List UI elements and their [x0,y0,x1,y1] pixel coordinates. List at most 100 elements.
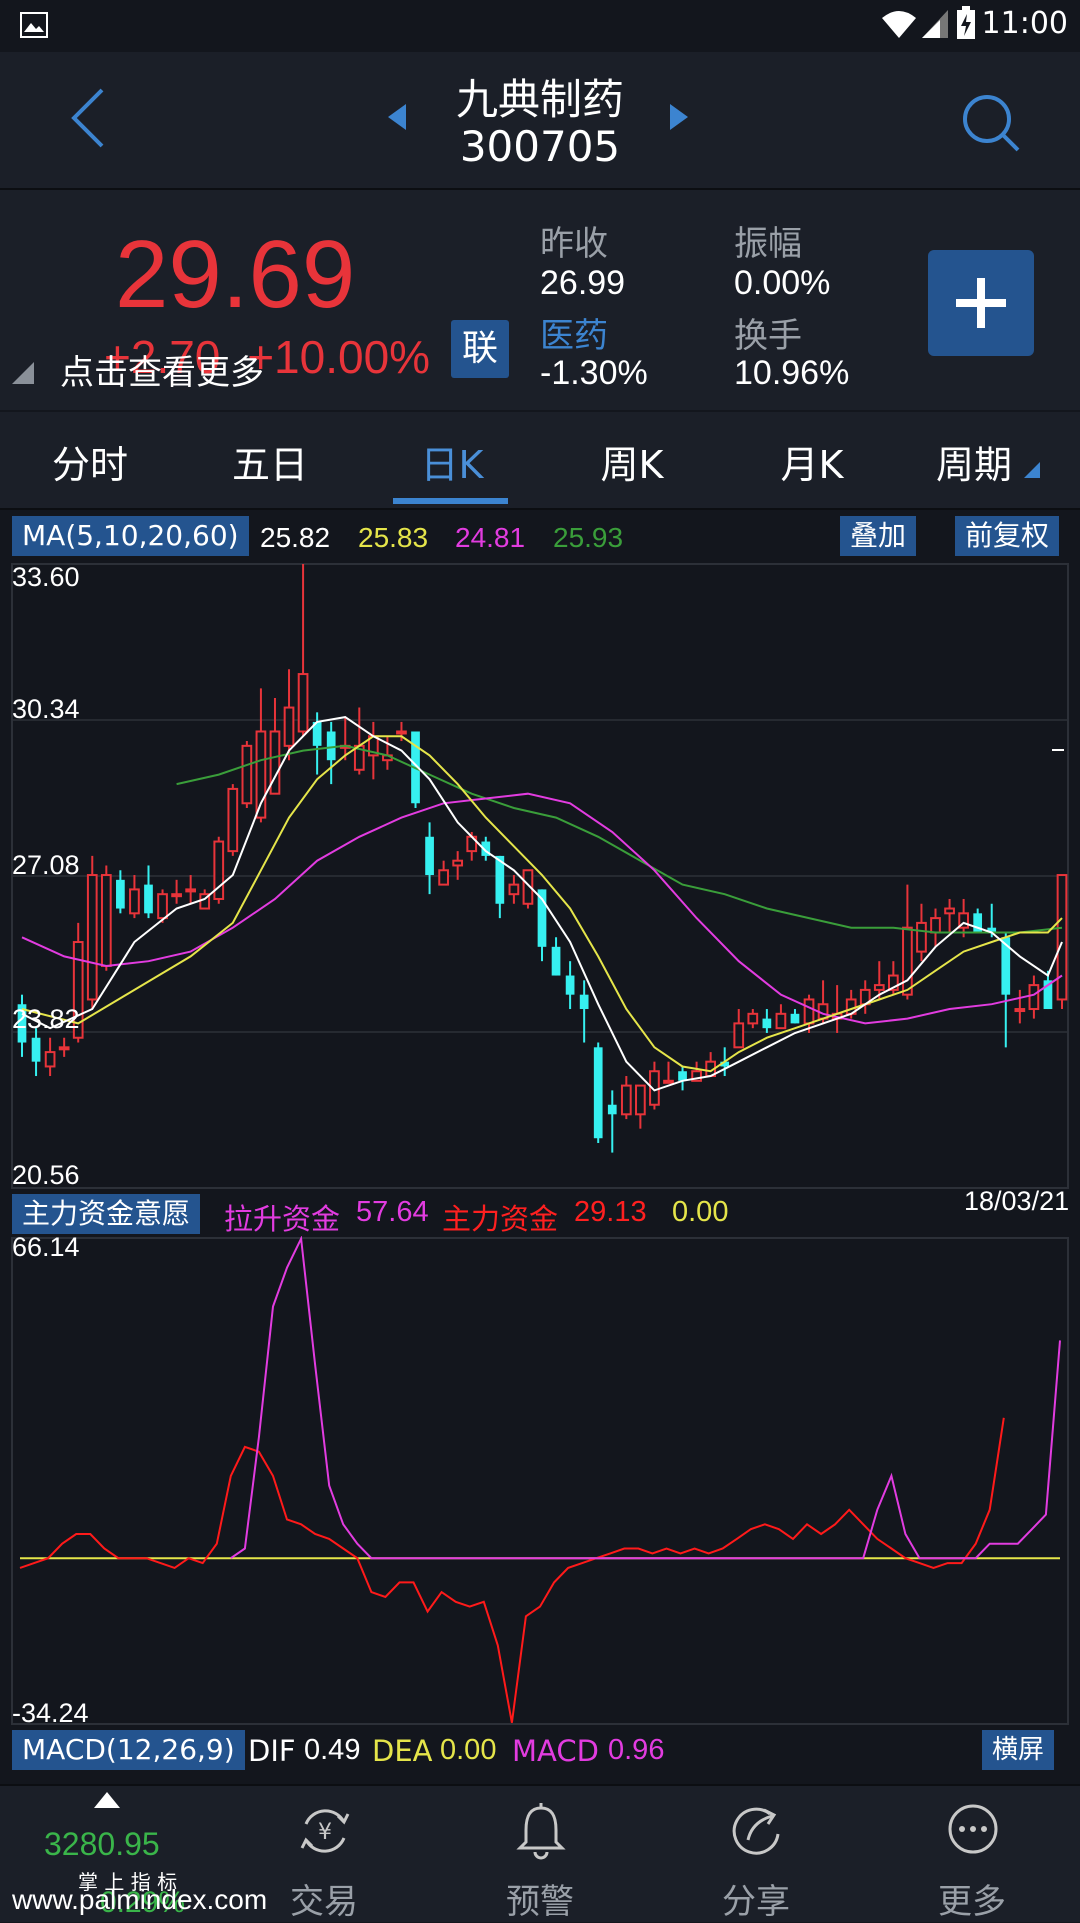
candle-up [1056,874,1068,1001]
candle-up [297,673,309,733]
candle-up [747,1012,759,1025]
last-price: 29.69 [115,221,356,328]
candle-down [579,994,589,1010]
sector-label[interactable]: 医药 [540,308,608,357]
candle-up [452,859,464,867]
candle-down [425,836,434,876]
candle-up [916,921,927,953]
bottom-nav: 3280.95 掌 上 指 标 0.29% www.palmindex.com … [0,1784,1080,1922]
kline-chart[interactable] [0,562,1080,1192]
candle-down [607,1104,617,1115]
stock-code: 300705 [459,122,621,171]
candle-down [326,731,336,761]
tab-monthly-k[interactable]: 月K [742,434,882,489]
nav-more[interactable]: 更多 [902,1786,1042,1922]
candle-up [44,1051,56,1068]
candle-up [508,883,520,896]
candle-up [944,907,955,915]
fund-legend-bar: 主力资金意愿 拉升资金 57.64 主力资金 29.13 0.00 [0,1190,1080,1236]
fund-indicator-button[interactable]: 主力资金意愿 [12,1194,201,1234]
gallery-notification-icon [20,12,48,42]
macd-indicator-button[interactable]: MACD(12,26,9) [12,1730,245,1770]
kline-ytick-5: 20.56 [12,1160,80,1190]
ma60-value: 25.93 [553,522,624,553]
tab-intraday[interactable]: 分时 [20,434,160,489]
candle-up [1014,1008,1026,1013]
fund-ymax: 66.14 [12,1232,80,1262]
main-fund-label: 主力资金 [442,1202,559,1236]
candle-up [227,787,239,853]
ma5-value: 25.82 [260,522,331,553]
nav-more-label: 更多 [938,1882,1006,1922]
candle-up [58,1046,70,1051]
see-more-link[interactable]: 点击查看更多 [60,345,264,394]
fund-ymin: -34.24 [12,1698,89,1728]
candle-down [551,946,561,976]
forward-adjust-button[interactable]: 前复权 [955,516,1060,556]
fund-main-line [19,1417,1005,1723]
dea-label: DEA [372,1734,433,1768]
bell-icon [516,1803,566,1860]
tab-period[interactable]: 周期 [918,434,1058,489]
turnover-label: 换手 [734,316,802,356]
clock: 11:00 [981,6,1068,41]
status-bar: 11:00 [0,0,1080,52]
candle-down [116,879,125,909]
candle-up [803,998,815,1025]
tab-period-label: 周期 [935,443,1012,487]
expand-up-icon [94,1792,120,1808]
candle-up [157,893,168,920]
quote-panel[interactable]: 29.69 +2.70 +10.00% 点击查看更多 联 昨收 26.99 医药… [0,190,1080,410]
candle-up [635,1084,646,1116]
third-value: 0.00 [672,1196,729,1228]
candle-up [733,1022,745,1049]
nav-trade-label: 交易 [290,1882,358,1922]
nav-alert[interactable]: 预警 [470,1786,610,1922]
lift-label: 拉升资金 [224,1202,341,1236]
watermark: www.palmindex.com [12,1884,268,1915]
header: 九典制药 300705 [0,52,1080,190]
tab-daily-k[interactable]: 日K [382,434,522,489]
candle-up [902,926,913,996]
dropdown-triangle-icon [1024,462,1041,478]
amplitude-label: 振幅 [734,224,802,264]
change-percent: +10.00% [247,331,431,383]
candle-up [930,917,941,934]
overlay-button[interactable]: 叠加 [840,516,917,556]
nav-share-label: 分享 [722,1882,790,1922]
prev-close-label: 昨收 [540,224,608,264]
kline-ytick-4: 23.82 [12,1004,80,1034]
fund-chart[interactable] [0,1236,1080,1726]
linked-button[interactable]: 联 [451,320,509,378]
macd-legend-bar: MACD(12,26,9) DIF 0.49 DEA 0.00 MACD 0.9… [0,1728,1080,1774]
svg-text:¥: ¥ [318,1820,332,1845]
index-value: 3280.95 [44,1826,160,1862]
turnover-value: 10.96% [734,354,850,392]
candle-down [593,1047,603,1139]
nav-trade[interactable]: ¥ 交易 [254,1786,394,1922]
signal-icon [920,8,950,44]
fund-frame [11,1237,1069,1725]
candle-up [129,888,140,915]
stock-name: 九典制药 [455,75,624,124]
tab-five-day[interactable]: 五日 [200,434,340,489]
nav-share[interactable]: 分享 [686,1786,826,1922]
amplitude-value: 0.00% [734,264,831,302]
add-watchlist-button[interactable] [928,250,1034,356]
ma-indicator-button[interactable]: MA(5,10,20,60) [12,516,249,556]
next-stock-icon[interactable] [668,104,688,134]
search-icon[interactable] [960,92,1022,158]
lift-value: 57.64 [356,1196,429,1228]
sector-change: -1.30% [540,354,648,392]
wifi-icon [880,8,918,44]
kline-ytick-1: 33.60 [12,562,80,592]
candle-up [396,730,407,735]
candle-up [438,869,449,886]
tab-weekly-k[interactable]: 周K [562,434,702,489]
nav-alert-label: 预警 [506,1882,574,1922]
candle-up [241,744,253,805]
dea-value: 0.00 [440,1734,497,1766]
kline-ytick-2: 30.34 [12,694,80,724]
candle-down [144,884,153,914]
landscape-button[interactable]: 横屏 [982,1730,1055,1770]
